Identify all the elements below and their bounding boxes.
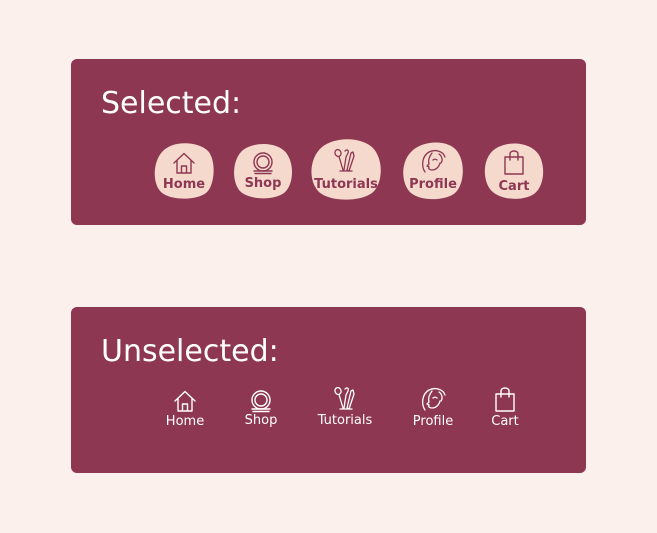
shopping-bag-icon — [495, 387, 515, 412]
nav-item-cart-selected[interactable]: Cart — [484, 142, 544, 200]
nav-label-tutorials: Tutorials — [314, 177, 378, 192]
nav-label-tutorials: Tutorials — [317, 413, 373, 428]
nav-label-shop: Shop — [244, 413, 278, 428]
home-icon — [173, 152, 195, 174]
home-icon — [174, 390, 196, 412]
nav-label-profile: Profile — [409, 177, 457, 192]
nav-item-profile[interactable]: Profile — [406, 386, 460, 430]
mirror-icon — [251, 390, 271, 413]
nav-label-home: Home — [162, 177, 206, 192]
nav-item-home-selected[interactable]: Home — [154, 142, 214, 200]
shopping-bag-icon — [504, 150, 524, 175]
nav-label-cart: Cart — [491, 414, 519, 429]
nav-item-tutorials-selected[interactable]: Tutorials — [310, 138, 382, 201]
selected-nav-bar: Home Shop Tutorials Profile Cart — [71, 59, 586, 225]
nav-label-home: Home — [165, 414, 205, 429]
selected-nav-panel: Selected: Home Shop Tutorials Profile Ca… — [71, 59, 586, 225]
nav-label-cart: Cart — [498, 179, 530, 194]
face-profile-icon — [422, 150, 446, 173]
unselected-nav-bar: Home Shop Tutorials Profile Cart — [71, 307, 586, 473]
nav-label-profile: Profile — [412, 414, 454, 429]
nav-item-cart[interactable]: Cart — [485, 385, 525, 430]
nav-item-tutorials[interactable]: Tutorials — [311, 386, 379, 430]
unselected-nav-panel: Unselected: Home Shop Tutorials Profile … — [71, 307, 586, 473]
makeup-brushes-icon — [334, 386, 355, 410]
nav-item-shop-selected[interactable]: Shop — [233, 142, 293, 200]
nav-item-profile-selected[interactable]: Profile — [402, 141, 464, 200]
makeup-brushes-icon — [334, 148, 355, 172]
face-profile-icon — [422, 388, 446, 411]
nav-item-home[interactable]: Home — [159, 389, 211, 429]
nav-label-shop: Shop — [244, 176, 282, 191]
nav-item-shop[interactable]: Shop — [237, 389, 285, 429]
mirror-icon — [253, 152, 273, 175]
